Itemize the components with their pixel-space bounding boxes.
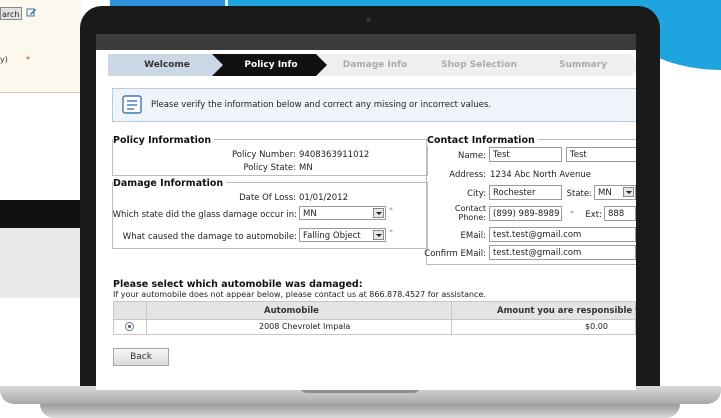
first-name-input[interactable]: Test <box>489 147 562 162</box>
notice-text: Please verify the information below and … <box>151 100 492 110</box>
contact-state-select[interactable]: MN <box>594 185 636 200</box>
city-label: City: <box>467 189 486 199</box>
background-text: y) <box>0 55 8 64</box>
column-header-automobile: Automobile <box>264 306 319 316</box>
policy-state-label: Policy State: <box>243 163 296 173</box>
verify-notice: Please verify the information below and … <box>112 88 636 122</box>
damage-cause-select[interactable]: Falling Object <box>299 228 386 242</box>
step-shop-selection: Shop Selection <box>420 54 538 76</box>
document-icon <box>122 95 142 114</box>
damage-state-selected: MN <box>303 209 317 219</box>
contact-info-title: Contact Information <box>427 135 538 146</box>
automobile-subtext: If your automobile does not appear below… <box>113 290 486 299</box>
email-input[interactable]: test.test@gmail.com <box>489 227 636 242</box>
policy-number-value: 9408363911012 <box>299 150 370 160</box>
ext-label: Ext: <box>585 210 602 220</box>
chevron-down-icon[interactable] <box>623 187 634 197</box>
automobile-radio[interactable] <box>125 322 134 331</box>
policy-info-title: Policy Information <box>113 135 215 146</box>
laptop-base-bottom <box>40 404 680 418</box>
phone-label: Contact Phone: <box>454 204 486 222</box>
app-header-bar <box>96 34 636 50</box>
damage-cause-question: What caused the damage to automobile: <box>122 232 297 242</box>
background-required-mark: * <box>26 55 30 64</box>
required-mark: * <box>389 228 393 237</box>
city-input[interactable]: Rochester <box>489 185 562 200</box>
damage-state-select[interactable]: MN <box>299 206 386 220</box>
step-summary: Summary <box>524 54 636 76</box>
column-divider <box>146 302 147 319</box>
column-header-amount: Amount you are responsible for <box>497 306 636 316</box>
column-divider <box>146 320 147 334</box>
date-of-loss-label: Date Of Loss: <box>239 193 296 203</box>
state-label: State: <box>566 189 592 199</box>
required-mark: * <box>570 209 574 218</box>
name-label: Name: <box>458 151 486 161</box>
policy-state-value: MN <box>299 163 313 173</box>
damage-state-question: Which state did the glass damage occur i… <box>112 210 297 220</box>
step-damage-info: Damage Info <box>316 54 434 76</box>
confirm-email-input[interactable]: test.test@gmail.com <box>489 245 636 260</box>
step-welcome[interactable]: Welcome <box>108 54 226 76</box>
automobile-heading: Please select which automobile was damag… <box>113 279 363 290</box>
ext-input[interactable]: 888 <box>604 206 636 221</box>
date-of-loss-value: 01/01/2012 <box>299 193 348 203</box>
last-name-input[interactable]: Test <box>566 147 636 162</box>
edit-icon[interactable] <box>26 7 37 18</box>
phone-input[interactable]: (899) 989-8989 <box>489 206 562 221</box>
wizard-steps: Welcome Policy Info Damage Info Shop Sel… <box>108 54 636 76</box>
background-search-button[interactable]: arch <box>0 7 22 20</box>
step-policy-info[interactable]: Policy Info <box>212 54 330 76</box>
damage-cause-selected: Falling Object <box>303 231 361 241</box>
table-header: Automobile Amount you are responsible fo… <box>113 301 636 320</box>
chevron-down-icon[interactable] <box>373 230 384 240</box>
back-button[interactable]: Back <box>113 348 169 366</box>
laptop-screen: Welcome Policy Info Damage Info Shop Sel… <box>96 34 636 390</box>
confirm-email-label: Confirm EMail: <box>424 249 486 259</box>
address-value: 1234 Abc North Avenue <box>490 170 591 180</box>
contact-state-selected: MN <box>598 188 612 198</box>
required-mark: * <box>389 206 393 215</box>
column-divider <box>451 302 452 319</box>
policy-number-label: Policy Number: <box>231 150 296 160</box>
amount-cell: $0.00 <box>585 322 608 331</box>
camera-dot <box>366 17 371 22</box>
email-label: EMail: <box>460 231 487 241</box>
chevron-down-icon[interactable] <box>373 208 384 218</box>
damage-info-title: Damage Information <box>113 178 227 189</box>
address-label: Address: <box>449 170 486 180</box>
table-row[interactable]: 2008 Chevrolet Impala $0.00 <box>113 320 636 335</box>
automobile-cell: 2008 Chevrolet Impala <box>259 322 351 331</box>
column-divider <box>451 320 452 334</box>
